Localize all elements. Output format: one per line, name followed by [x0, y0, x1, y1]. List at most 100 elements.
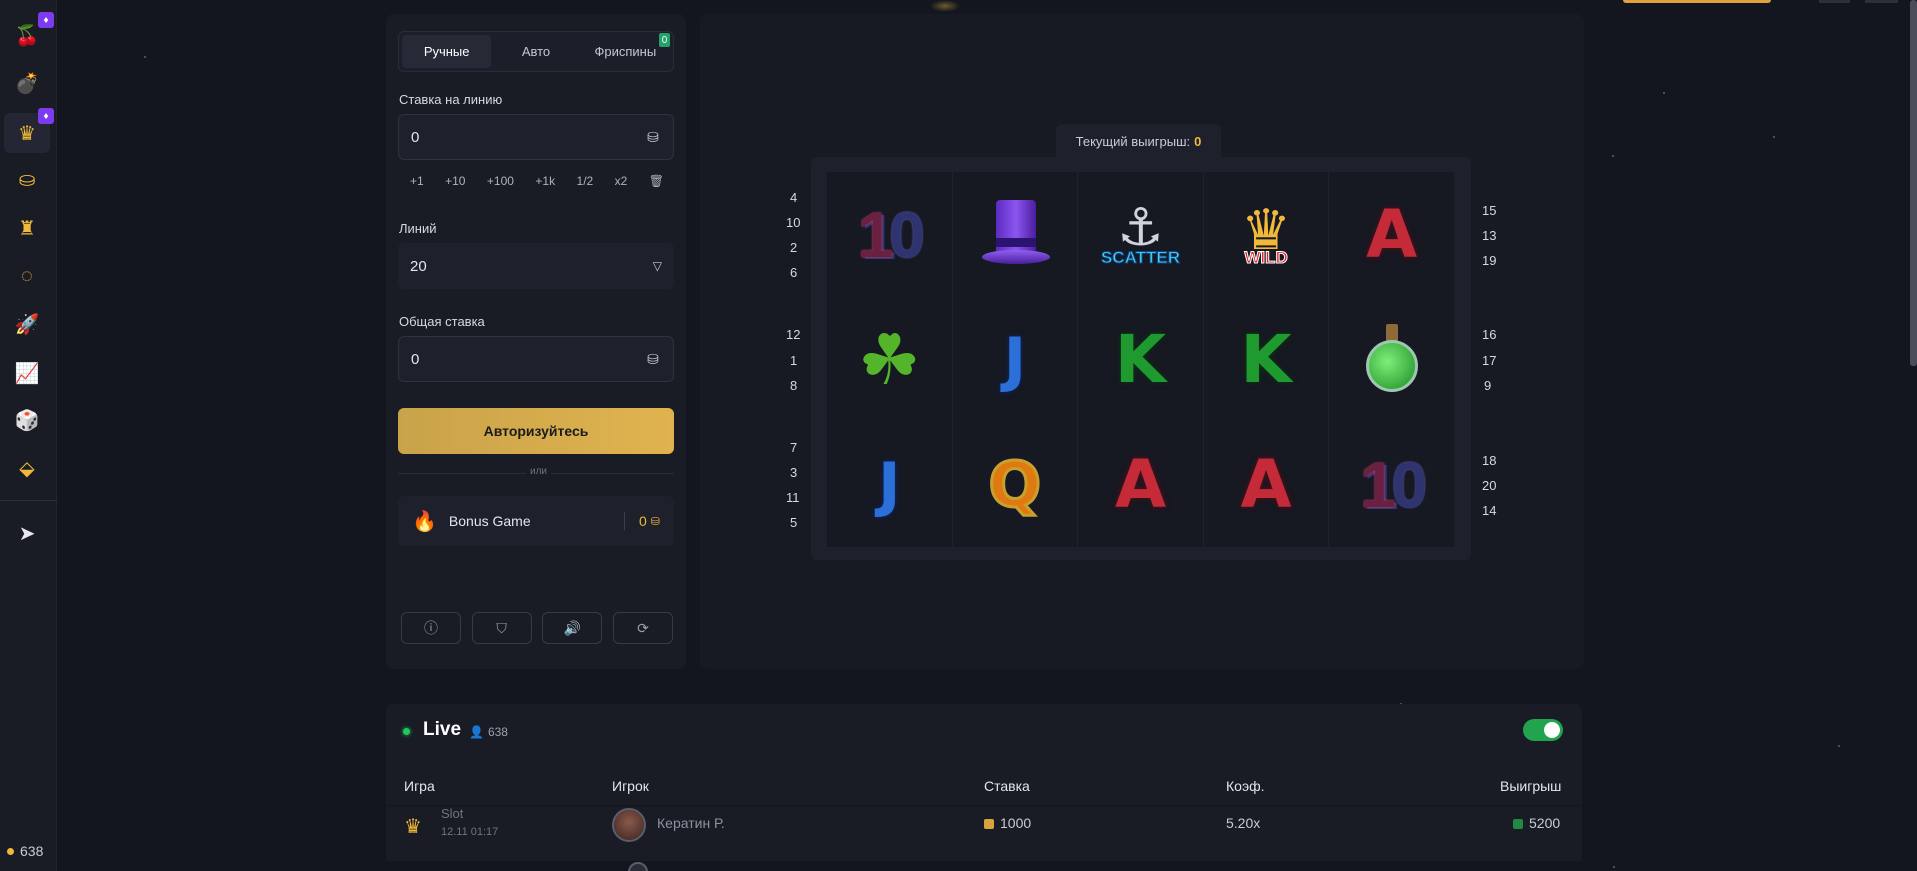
coin-icon — [984, 819, 994, 830]
line-number: 9 — [1484, 378, 1492, 393]
current-win-label: Текущий выигрыш: — [1075, 134, 1191, 149]
line-number: 10 — [786, 215, 801, 230]
clover-icon: ☘ — [857, 320, 921, 399]
bonus-game-label: Bonus Game — [448, 513, 531, 529]
top-login-button-edge[interactable] — [1623, 0, 1771, 3]
cherry-icon: 🍒 — [14, 24, 40, 47]
lines-label: Линий — [399, 221, 437, 236]
info-button[interactable]: ⓘ — [401, 612, 461, 644]
live-bets-panel — [386, 704, 1582, 816]
top-icon-button[interactable] — [1819, 0, 1850, 3]
line-number: 4 — [790, 190, 798, 205]
new-badge: ♦ — [38, 108, 54, 124]
fairness-button[interactable]: ⛉ — [471, 612, 532, 644]
potion-icon — [1362, 320, 1422, 400]
bet-per-line-value: 0 — [411, 128, 420, 146]
dice-icon: 🎲 — [14, 409, 40, 432]
total-bet-label: Общая ставка — [399, 314, 485, 329]
symbol-king: K — [1240, 321, 1292, 398]
row-coef: 5.20x — [1226, 815, 1261, 831]
row-win-value: 5200 — [1529, 815, 1561, 831]
lines-select[interactable]: 20 ▽ — [398, 243, 674, 289]
plus-10-button[interactable]: +10 — [445, 174, 465, 188]
live-viewers: 👤 638 — [469, 725, 508, 739]
coins-icon: ⛁ — [647, 350, 659, 367]
sidebar-item-telegram[interactable]: ➤ — [12, 518, 42, 548]
tower-icon: ♜ — [18, 217, 36, 240]
line-number: 16 — [1482, 327, 1497, 342]
top-glow — [930, 0, 960, 12]
bomb-icon: 💣 — [14, 72, 40, 95]
line-number: 5 — [790, 515, 798, 530]
anchor-icon: ⚓ — [1117, 198, 1164, 257]
live-viewers-count: 638 — [487, 725, 508, 739]
sidebar-item-wheel[interactable]: ◌ — [12, 261, 42, 291]
bet-per-line-input[interactable]: 0 ⛁ — [398, 114, 674, 160]
sidebar-divider — [0, 500, 57, 501]
coins-icon: ⛁ — [650, 515, 660, 528]
line-number: 1 — [790, 353, 798, 368]
speed-button[interactable]: ⟳ — [612, 612, 673, 644]
sidebar-item-trading[interactable]: 📈 — [12, 358, 42, 388]
coins-icon: ⛁ — [647, 128, 659, 145]
online-counter: 638 — [7, 843, 43, 859]
total-bet-value: 0 — [411, 350, 420, 368]
double-button[interactable]: x2 — [615, 174, 628, 188]
sidebar-item-dice[interactable]: 🎲 — [12, 405, 42, 435]
divider — [623, 512, 625, 530]
trash-icon[interactable]: 🗑 — [649, 174, 664, 188]
info-icon: ⓘ — [424, 620, 438, 636]
top-hat-icon — [980, 199, 1050, 270]
chart-icon: 📈 — [14, 362, 40, 385]
line-number: 14 — [1482, 503, 1497, 518]
tab-label: Ручные — [423, 44, 470, 59]
plus-1-button[interactable]: +1 — [410, 174, 424, 188]
crown-icon: ♛ — [18, 122, 36, 145]
line-number: 2 — [790, 240, 798, 255]
plus-100-button[interactable]: +100 — [487, 174, 514, 188]
new-badge: ♦ — [38, 12, 54, 28]
line-number: 7 — [790, 440, 798, 455]
symbol-jack: J — [1003, 324, 1027, 395]
sidebar: 🍒 ♦ 💣 ♛ ♦ ⛀ ♜ ◌ 🚀 📈 🎲 ⬙ ➤ 638 — [0, 0, 57, 871]
speedometer-icon: ⟳ — [637, 619, 649, 636]
symbol-jack: J — [878, 449, 901, 520]
symbol-ace: A — [1240, 446, 1292, 523]
line-number: 6 — [790, 265, 798, 280]
tab-auto[interactable]: Авто — [491, 35, 580, 68]
top-icon-button[interactable] — [1865, 0, 1898, 3]
line-number: 13 — [1482, 228, 1497, 243]
fire-icon: 🔥 — [412, 510, 437, 533]
line-number: 15 — [1482, 203, 1497, 218]
page-scrollbar[interactable] — [1910, 0, 1917, 366]
total-bet-input[interactable]: 0 ⛁ — [398, 336, 674, 382]
column-header-bet: Ставка — [984, 778, 1030, 794]
sidebar-item-keno[interactable]: ⬙ — [12, 453, 42, 483]
coin-icon — [1513, 819, 1523, 830]
sound-button[interactable]: 🔊 — [542, 612, 603, 644]
sidebar-item-plinko[interactable]: ⛀ — [12, 164, 42, 194]
tab-label: Фриспины — [594, 44, 657, 59]
symbol-ten: 10 — [857, 198, 925, 271]
plus-1k-button[interactable]: +1k — [535, 174, 555, 188]
row-player: Кератин Р. — [657, 815, 725, 831]
live-toggle[interactable] — [1523, 719, 1563, 741]
tab-freespins[interactable]: Фриспины 0 — [581, 33, 670, 68]
coins-stack-icon: ⛀ — [18, 168, 36, 191]
bonus-game-button[interactable]: 🔥 Bonus Game 0 ⛁ — [398, 496, 674, 546]
half-button[interactable]: 1/2 — [577, 174, 594, 188]
row-win: 5200 — [1513, 815, 1560, 831]
sidebar-item-mines[interactable]: 💣 — [12, 68, 42, 98]
row-game-name: Slot — [441, 806, 464, 821]
user-icon: 👤 — [469, 725, 484, 739]
bonus-count: 0 — [638, 513, 647, 529]
login-button[interactable]: Авторизуйтесь — [398, 408, 674, 454]
volume-icon: 🔊 — [563, 619, 582, 636]
grid-icon: ⬙ — [19, 457, 35, 480]
online-count: 638 — [20, 843, 44, 859]
sidebar-item-crash[interactable]: 🚀 — [12, 309, 42, 339]
mode-tabs: Ручные Авто Фриспины 0 — [398, 31, 674, 72]
tab-manual[interactable]: Ручные — [402, 35, 492, 68]
sidebar-item-tower[interactable]: ♜ — [12, 213, 42, 243]
symbol-clover: ☘ — [827, 297, 952, 422]
